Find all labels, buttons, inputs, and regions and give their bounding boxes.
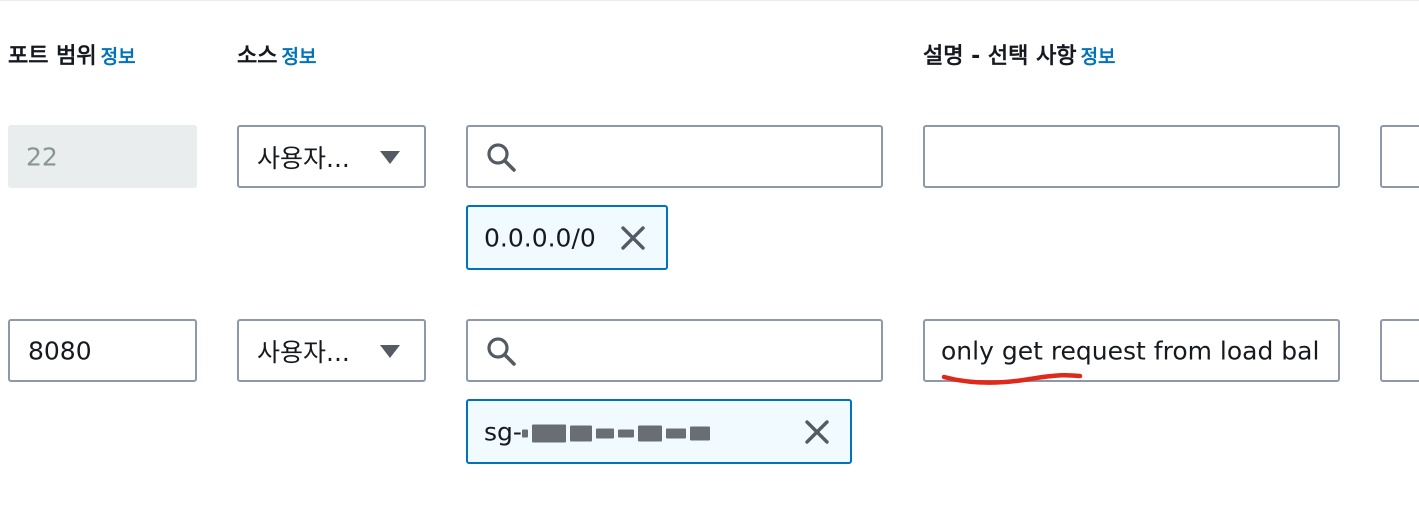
source-type-value: 사용자... bbox=[257, 143, 350, 173]
source-token: 0.0.0.0/0 bbox=[466, 205, 668, 270]
search-icon bbox=[487, 336, 516, 366]
port-range-value: 22 bbox=[26, 142, 58, 171]
top-divider bbox=[0, 0, 1419, 1]
description-value: only get request from load bal bbox=[941, 336, 1320, 365]
caret-down-icon bbox=[380, 150, 400, 164]
close-icon[interactable] bbox=[618, 223, 648, 253]
source-token: sg- bbox=[466, 399, 852, 464]
header-port-range: 포트 범위 정보 bbox=[8, 38, 136, 70]
source-search-input[interactable] bbox=[466, 125, 883, 188]
description-input[interactable] bbox=[923, 125, 1340, 188]
source-token-label: sg- bbox=[484, 417, 714, 446]
obscured-security-group-id bbox=[521, 417, 714, 446]
header-source: 소스 정보 bbox=[237, 38, 316, 70]
source-type-value: 사용자... bbox=[257, 337, 350, 367]
annotation-underline bbox=[941, 372, 1083, 385]
next-column-input[interactable] bbox=[1380, 319, 1419, 382]
close-icon[interactable] bbox=[802, 417, 832, 447]
header-description: 설명 - 선택 사항 정보 bbox=[923, 38, 1116, 70]
info-link-port-range[interactable]: 정보 bbox=[101, 46, 136, 68]
header-description-label: 설명 - 선택 사항 bbox=[923, 44, 1077, 69]
caret-down-icon bbox=[380, 344, 400, 358]
search-icon bbox=[487, 142, 516, 172]
source-type-select[interactable]: 사용자... bbox=[237, 319, 426, 382]
security-group-prefix: sg- bbox=[484, 417, 522, 446]
info-link-description[interactable]: 정보 bbox=[1081, 46, 1116, 68]
info-link-source[interactable]: 정보 bbox=[281, 46, 316, 68]
next-column-input[interactable] bbox=[1380, 125, 1419, 188]
port-range-input-disabled: 22 bbox=[8, 125, 197, 188]
source-type-select[interactable]: 사용자... bbox=[237, 125, 426, 188]
source-search-input[interactable] bbox=[466, 319, 883, 382]
source-token-label: 0.0.0.0/0 bbox=[484, 223, 596, 252]
port-range-input[interactable]: 8080 bbox=[8, 319, 197, 382]
header-source-label: 소스 bbox=[237, 44, 278, 69]
header-port-range-label: 포트 범위 bbox=[8, 44, 97, 69]
port-range-value: 8080 bbox=[28, 336, 92, 365]
